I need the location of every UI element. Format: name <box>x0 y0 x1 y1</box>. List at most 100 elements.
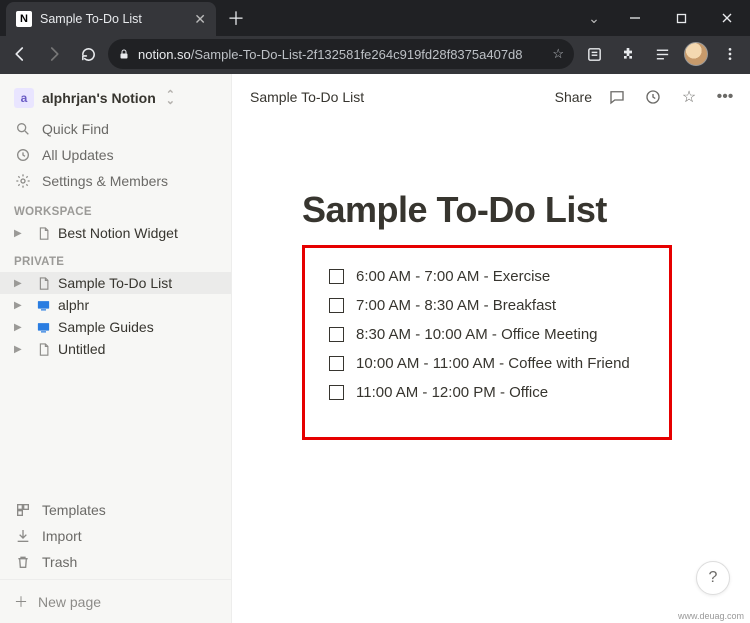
checkbox[interactable] <box>329 269 344 284</box>
watermark: www.deuag.com <box>678 611 744 621</box>
address-bar[interactable]: notion.so/Sample-To-Do-List-2f132581fe26… <box>108 39 574 69</box>
todo-text: 6:00 AM - 7:00 AM - Exercise <box>356 268 550 285</box>
plus-icon: ＋ <box>14 592 28 612</box>
browser-toolbar: notion.so/Sample-To-Do-List-2f132581fe26… <box>0 36 750 74</box>
all-updates[interactable]: All Updates <box>0 142 231 168</box>
breadcrumb[interactable]: Sample To-Do List <box>250 89 541 105</box>
browser-menu-icon[interactable] <box>716 40 744 68</box>
gear-icon <box>14 173 32 189</box>
tab-title: Sample To-Do List <box>40 12 186 26</box>
checkbox[interactable] <box>329 356 344 371</box>
quick-find[interactable]: Quick Find <box>0 116 231 142</box>
chevron-updown-icon: ⌃⌄ <box>166 92 175 104</box>
trash-label: Trash <box>42 554 77 570</box>
templates-label: Templates <box>42 502 106 518</box>
workspace-page-item[interactable]: ▶ Best Notion Widget <box>0 222 231 244</box>
main-area: Sample To-Do List Share ☆ ••• Sample To-… <box>232 74 750 623</box>
workspace-switcher[interactable]: a alphrjan's Notion ⌃⌄ <box>0 80 231 116</box>
todo-text: 11:00 AM - 12:00 PM - Office <box>356 384 548 401</box>
workspace-name: alphrjan's Notion <box>42 90 156 106</box>
updates-icon[interactable] <box>642 88 664 106</box>
private-page-item[interactable]: ▶ Sample Guides <box>0 316 231 338</box>
import[interactable]: Import <box>0 523 231 549</box>
chevron-right-icon[interactable]: ▶ <box>14 228 28 239</box>
reload-button[interactable] <box>74 40 102 68</box>
import-icon <box>14 528 32 544</box>
monitor-icon <box>34 298 52 313</box>
tree-item-label: Sample Guides <box>58 319 223 335</box>
todo-item[interactable]: 10:00 AM - 11:00 AM - Coffee with Friend <box>329 349 649 378</box>
app-body: a alphrjan's Notion ⌃⌄ Quick Find All Up… <box>0 74 750 623</box>
window-maximize-button[interactable] <box>658 0 704 36</box>
back-button[interactable] <box>6 40 34 68</box>
chevron-right-icon[interactable]: ▶ <box>14 344 28 355</box>
monitor-icon <box>34 320 52 335</box>
todo-item[interactable]: 6:00 AM - 7:00 AM - Exercise <box>329 262 649 291</box>
lock-icon <box>118 48 130 60</box>
page-icon <box>34 226 52 241</box>
comments-icon[interactable] <box>606 88 628 106</box>
private-page-item[interactable]: ▶ Untitled <box>0 338 231 360</box>
browser-tab[interactable]: N Sample To-Do List ✕ <box>6 2 216 36</box>
private-page-item[interactable]: ▶ Sample To-Do List <box>0 272 231 294</box>
tree-item-label: Untitled <box>58 341 223 357</box>
bookmark-star-icon[interactable]: ☆ <box>552 46 564 62</box>
trash[interactable]: Trash <box>0 549 231 575</box>
profile-avatar[interactable] <box>682 40 710 68</box>
settings-label: Settings & Members <box>42 173 168 189</box>
tree-item-label: Sample To-Do List <box>58 275 223 291</box>
import-label: Import <box>42 528 82 544</box>
page-body: Sample To-Do List 6:00 AM - 7:00 AM - Ex… <box>232 119 750 440</box>
tree-item-label: alphr <box>58 297 223 313</box>
new-page-label: New page <box>38 594 101 610</box>
chevron-right-icon[interactable]: ▶ <box>14 300 28 311</box>
private-page-item[interactable]: ▶ alphr <box>0 294 231 316</box>
more-icon[interactable]: ••• <box>714 88 736 106</box>
sidebar: a alphrjan's Notion ⌃⌄ Quick Find All Up… <box>0 74 232 623</box>
browser-chrome: N Sample To-Do List ✕ ＋ ⌄ <box>0 0 750 74</box>
tree-item-label: Best Notion Widget <box>58 225 223 241</box>
todo-text: 8:30 AM - 10:00 AM - Office Meeting <box>356 326 598 343</box>
trash-icon <box>14 554 32 570</box>
clock-icon <box>14 147 32 163</box>
extensions-icon[interactable] <box>614 40 642 68</box>
page-topbar: Sample To-Do List Share ☆ ••• <box>232 74 750 119</box>
share-button[interactable]: Share <box>555 89 592 105</box>
reading-list-icon[interactable] <box>648 40 676 68</box>
section-private: PRIVATE <box>0 244 231 272</box>
workspace-icon: a <box>14 88 34 108</box>
todo-item[interactable]: 8:30 AM - 10:00 AM - Office Meeting <box>329 320 649 349</box>
chevron-right-icon[interactable]: ▶ <box>14 278 28 289</box>
window-close-button[interactable] <box>704 0 750 36</box>
forward-button[interactable] <box>40 40 68 68</box>
todo-text: 7:00 AM - 8:30 AM - Breakfast <box>356 297 556 314</box>
search-icon <box>14 121 32 137</box>
todo-text: 10:00 AM - 11:00 AM - Coffee with Friend <box>356 355 630 372</box>
templates[interactable]: Templates <box>0 497 231 523</box>
all-updates-label: All Updates <box>42 147 114 163</box>
help-button[interactable]: ? <box>696 561 730 595</box>
checkbox[interactable] <box>329 298 344 313</box>
favorite-icon[interactable]: ☆ <box>678 87 700 107</box>
new-page-button[interactable]: ＋ New page <box>0 579 231 623</box>
settings-members[interactable]: Settings & Members <box>0 168 231 194</box>
window-minimize-button[interactable] <box>612 0 658 36</box>
page-icon <box>34 342 52 357</box>
url-text: notion.so/Sample-To-Do-List-2f132581fe26… <box>138 47 544 62</box>
quick-find-label: Quick Find <box>42 121 109 137</box>
templates-icon <box>14 502 32 518</box>
titlebar: N Sample To-Do List ✕ ＋ ⌄ <box>0 0 750 36</box>
page-title[interactable]: Sample To-Do List <box>302 189 710 231</box>
todo-item[interactable]: 11:00 AM - 12:00 PM - Office <box>329 378 649 407</box>
todo-item[interactable]: 7:00 AM - 8:30 AM - Breakfast <box>329 291 649 320</box>
tab-favicon: N <box>16 11 32 27</box>
new-tab-button[interactable]: ＋ <box>222 4 250 32</box>
chevron-right-icon[interactable]: ▶ <box>14 322 28 333</box>
checkbox[interactable] <box>329 385 344 400</box>
close-icon[interactable]: ✕ <box>194 11 206 28</box>
reader-icon[interactable] <box>580 40 608 68</box>
section-workspace: WORKSPACE <box>0 194 231 222</box>
checkbox[interactable] <box>329 327 344 342</box>
page-icon <box>34 276 52 291</box>
tab-search-icon[interactable]: ⌄ <box>576 10 612 27</box>
